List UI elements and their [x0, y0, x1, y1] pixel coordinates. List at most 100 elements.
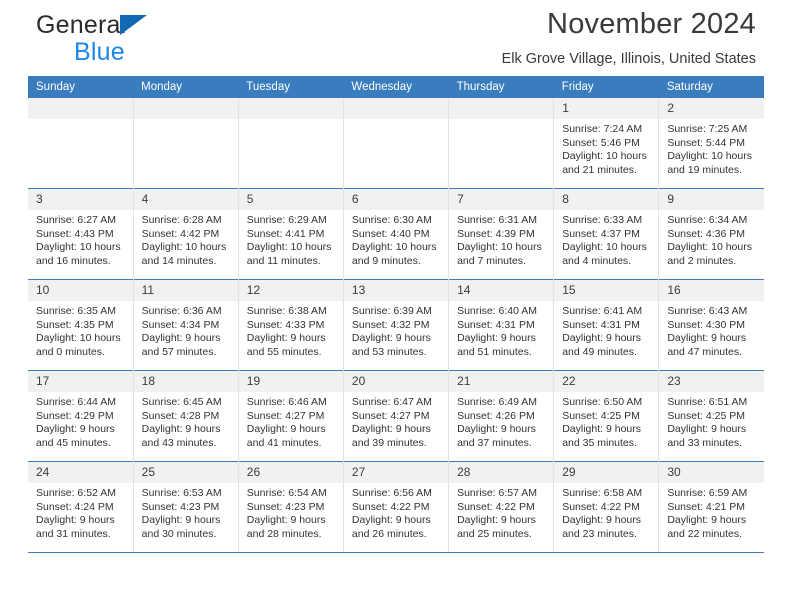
day-details: Sunrise: 6:30 AM Sunset: 4:40 PM Daylight:… — [344, 210, 448, 268]
sunrise-text: Sunrise: 6:36 AM — [141, 305, 222, 317]
calendar-day-cell[interactable]: 2 Sunrise: 7:25 AM Sunset: 5:44 PM Daylight… — [658, 98, 764, 189]
daylight-text-line1: Daylight: 9 hours — [562, 423, 641, 436]
calendar-day-cell[interactable]: 10 Sunrise: 6:35 AM Sunset: 4:35 PM Dayligh… — [28, 279, 134, 371]
day-number: 24 — [28, 462, 133, 483]
calendar-day-cell[interactable]: 14 Sunrise: 6:40 AM Sunset: 4:31 PM Dayligh… — [448, 279, 555, 371]
sunset-text: Sunset: 4:21 PM — [667, 500, 745, 513]
calendar-day-cell[interactable]: 6 Sunrise: 6:30 AM Sunset: 4:40 PM Daylight… — [343, 188, 450, 280]
daylight-text-line2: and 37 minutes. — [457, 436, 532, 449]
calendar-day-cell[interactable]: 8 Sunrise: 6:33 AM Sunset: 4:37 PM Daylight… — [553, 188, 660, 280]
weekday-header-friday: Friday — [553, 76, 659, 98]
sunset-text: Sunset: 4:43 PM — [36, 227, 114, 240]
day-details: Sunrise: 6:45 AM Sunset: 4:28 PM Daylight:… — [134, 392, 238, 450]
calendar-day-cell[interactable]: 3 Sunrise: 6:27 AM Sunset: 4:43 PM Daylight… — [28, 188, 134, 280]
sunset-text: Sunset: 4:37 PM — [562, 227, 640, 240]
daylight-text-line2: and 41 minutes. — [246, 436, 322, 449]
sunset-text: Sunset: 4:31 PM — [457, 318, 535, 331]
sunset-text: Sunset: 4:28 PM — [141, 409, 220, 422]
calendar-week-row: 10 Sunrise: 6:35 AM Sunset: 4:35 PM Dayligh… — [28, 279, 764, 371]
day-details: Sunrise: 6:56 AM Sunset: 4:22 PM Daylight:… — [344, 483, 448, 541]
calendar-day-cell[interactable]: 12 Sunrise: 6:38 AM Sunset: 4:33 PM Dayligh… — [238, 279, 344, 371]
sunset-text: Sunset: 4:30 PM — [667, 318, 745, 331]
day-number: 27 — [343, 462, 449, 483]
day-details: Sunrise: 6:52 AM Sunset: 4:24 PM Daylight:… — [28, 483, 133, 541]
calendar-day-cell[interactable]: 23 Sunrise: 6:51 AM Sunset: 4:25 PM Dayligh… — [658, 370, 764, 462]
sunset-text: Sunset: 4:31 PM — [562, 318, 640, 331]
day-number: 14 — [449, 280, 554, 301]
daylight-text-line2: and 57 minutes. — [141, 345, 217, 358]
daylight-text-line1: Daylight: 9 hours — [351, 423, 431, 436]
calendar-day-cell[interactable]: 22 Sunrise: 6:50 AM Sunset: 4:25 PM Dayligh… — [553, 370, 660, 462]
daylight-text-line1: Daylight: 9 hours — [141, 332, 221, 345]
daylight-text-line2: and 9 minutes. — [351, 254, 421, 267]
calendar-day-cell[interactable]: 15 Sunrise: 6:41 AM Sunset: 4:31 PM Dayligh… — [553, 279, 660, 371]
daylight-text-line1: Daylight: 9 hours — [351, 514, 431, 527]
calendar-day-cell[interactable]: 25 Sunrise: 6:53 AM Sunset: 4:23 PM Dayligh… — [133, 461, 239, 552]
sunset-text: Sunset: 4:29 PM — [36, 409, 114, 422]
sunset-text: Sunset: 4:22 PM — [457, 500, 535, 513]
calendar-day-cell[interactable]: 30 Sunrise: 6:59 AM Sunset: 4:21 PM Dayligh… — [658, 461, 764, 552]
daylight-text-line2: and 2 minutes. — [667, 254, 737, 267]
sunset-text: Sunset: 4:23 PM — [246, 500, 325, 513]
logo-wordmark-general: General — [36, 13, 147, 38]
daylight-text-line2: and 0 minutes. — [36, 345, 105, 358]
day-number: 11 — [133, 280, 238, 301]
daylight-text-line2: and 26 minutes. — [351, 527, 427, 540]
sunset-text: Sunset: 4:22 PM — [562, 500, 640, 513]
day-details: Sunrise: 6:54 AM Sunset: 4:23 PM Daylight:… — [239, 483, 343, 541]
day-details: Sunrise: 6:59 AM Sunset: 4:21 PM Daylight:… — [659, 483, 764, 541]
calendar-day-cell[interactable]: 27 Sunrise: 6:56 AM Sunset: 4:22 PM Dayligh… — [343, 461, 450, 552]
sunrise-text: Sunrise: 6:49 AM — [457, 396, 538, 408]
daylight-text-line1: Daylight: 10 hours — [36, 332, 121, 345]
sunrise-text: Sunrise: 6:41 AM — [562, 305, 643, 317]
day-number: 29 — [554, 462, 659, 483]
sunset-text: Sunset: 4:33 PM — [246, 318, 325, 331]
sunrise-text: Sunrise: 6:35 AM — [36, 305, 116, 317]
calendar-day-cell[interactable]: 18 Sunrise: 6:45 AM Sunset: 4:28 PM Dayligh… — [133, 370, 239, 462]
calendar-day-cell[interactable]: 21 Sunrise: 6:49 AM Sunset: 4:26 PM Dayligh… — [448, 370, 555, 462]
day-details: Sunrise: 6:33 AM Sunset: 4:37 PM Daylight:… — [554, 210, 658, 268]
daylight-text-line2: and 30 minutes. — [141, 527, 217, 540]
calendar-day-cell[interactable]: 1 Sunrise: 7:24 AM Sunset: 5:46 PM Daylight… — [553, 98, 660, 189]
day-number: 1 — [554, 98, 659, 119]
daylight-text-line2: and 7 minutes. — [457, 254, 526, 267]
general-blue-logo[interactable]: General Blue — [36, 13, 246, 69]
day-number: 25 — [133, 462, 238, 483]
calendar-day-cell[interactable]: 19 Sunrise: 6:46 AM Sunset: 4:27 PM Dayligh… — [238, 370, 344, 462]
day-number: 19 — [238, 371, 343, 392]
calendar-day-cell[interactable]: 16 Sunrise: 6:43 AM Sunset: 4:30 PM Dayligh… — [658, 279, 764, 371]
calendar-day-cell[interactable]: 17 Sunrise: 6:44 AM Sunset: 4:29 PM Dayligh… — [28, 370, 134, 462]
calendar-cell-empty — [133, 98, 239, 189]
calendar-day-cell[interactable]: 29 Sunrise: 6:58 AM Sunset: 4:22 PM Dayligh… — [553, 461, 660, 552]
calendar-day-cell[interactable]: 4 Sunrise: 6:28 AM Sunset: 4:42 PM Daylight… — [133, 188, 239, 280]
calendar-day-cell[interactable]: 7 Sunrise: 6:31 AM Sunset: 4:39 PM Daylight… — [448, 188, 555, 280]
calendar-cell-empty — [28, 98, 134, 189]
calendar-day-cell[interactable]: 26 Sunrise: 6:54 AM Sunset: 4:23 PM Dayligh… — [238, 461, 344, 552]
calendar-day-cell[interactable]: 5 Sunrise: 6:29 AM Sunset: 4:41 PM Daylight… — [238, 188, 344, 280]
day-number: 15 — [554, 280, 659, 301]
calendar-day-cell[interactable]: 13 Sunrise: 6:39 AM Sunset: 4:32 PM Dayligh… — [343, 279, 450, 371]
day-number: 10 — [28, 280, 133, 301]
calendar-week-row: 1 Sunrise: 7:24 AM Sunset: 5:46 PM Daylight… — [28, 98, 764, 189]
sunrise-text: Sunrise: 6:58 AM — [562, 487, 643, 499]
day-details: Sunrise: 6:50 AM Sunset: 4:25 PM Daylight:… — [554, 392, 658, 450]
sunrise-text: Sunrise: 6:28 AM — [141, 214, 222, 226]
calendar-week-row: 24 Sunrise: 6:52 AM Sunset: 4:24 PM Dayligh… — [28, 461, 764, 552]
daylight-text-line2: and 4 minutes. — [562, 254, 632, 267]
calendar-day-cell[interactable]: 20 Sunrise: 6:47 AM Sunset: 4:27 PM Dayligh… — [343, 370, 450, 462]
sunset-text: Sunset: 5:46 PM — [562, 136, 640, 149]
daylight-text-line1: Daylight: 9 hours — [667, 514, 747, 527]
sunrise-text: Sunrise: 6:50 AM — [562, 396, 643, 408]
day-number — [133, 98, 238, 119]
calendar-day-cell[interactable]: 11 Sunrise: 6:36 AM Sunset: 4:34 PM Dayligh… — [133, 279, 239, 371]
daylight-text-line2: and 51 minutes. — [457, 345, 532, 358]
daylight-text-line1: Daylight: 9 hours — [246, 514, 326, 527]
sunrise-text: Sunrise: 7:24 AM — [562, 123, 643, 135]
sunrise-text: Sunrise: 7:25 AM — [667, 123, 748, 135]
calendar-day-cell[interactable]: 28 Sunrise: 6:57 AM Sunset: 4:22 PM Dayligh… — [448, 461, 555, 552]
calendar-day-cell[interactable]: 9 Sunrise: 6:34 AM Sunset: 4:36 PM Daylight… — [658, 188, 764, 280]
day-details: Sunrise: 6:41 AM Sunset: 4:31 PM Daylight:… — [554, 301, 658, 359]
calendar-day-cell[interactable]: 24 Sunrise: 6:52 AM Sunset: 4:24 PM Dayligh… — [28, 461, 134, 552]
daylight-text-line1: Daylight: 9 hours — [36, 514, 115, 527]
logo-text-blue: Blue — [74, 38, 125, 66]
